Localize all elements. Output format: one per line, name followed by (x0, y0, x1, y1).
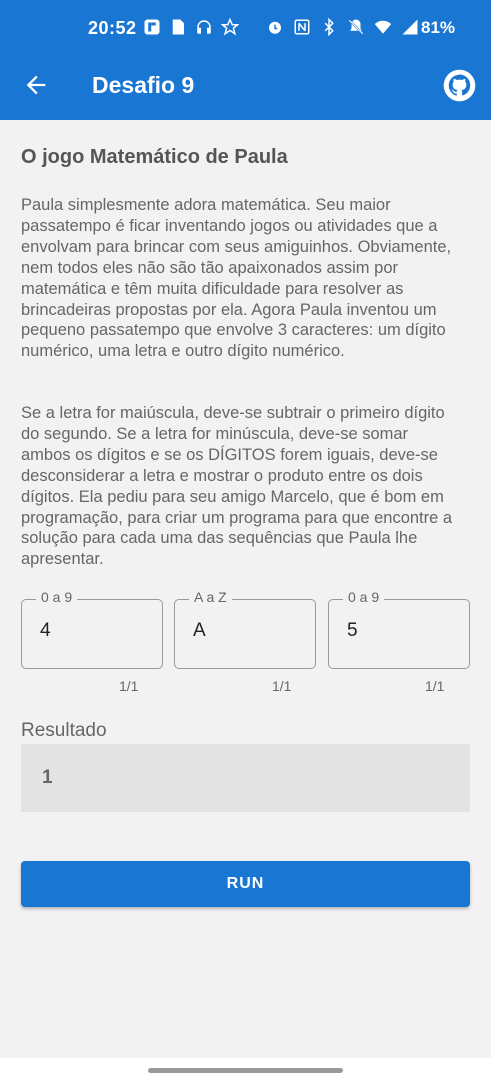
document-icon (169, 18, 187, 36)
alarm-icon (266, 18, 284, 36)
signal-icon (401, 18, 419, 36)
letter-counter: 1/1 (272, 678, 292, 694)
page-title: Desafio 9 (92, 72, 195, 98)
letter-input[interactable] (193, 620, 303, 642)
second-digit-input[interactable] (347, 620, 457, 642)
system-icons (266, 18, 419, 36)
bluetooth-icon (320, 18, 338, 36)
second-digit-counter: 1/1 (425, 678, 445, 694)
flipboard-icon (143, 18, 161, 36)
mute-icon (347, 18, 365, 36)
star-icon (221, 18, 239, 36)
app-bar: Desafio 9 (0, 58, 491, 120)
headset-icon (195, 18, 213, 36)
github-icon (443, 69, 476, 106)
notification-icons (143, 18, 239, 36)
battery-level: 81% (421, 18, 456, 37)
arrow-back-icon (22, 75, 50, 103)
status-time: 20:52 (88, 18, 137, 38)
letter-field[interactable]: A a Z (174, 589, 316, 669)
status-bar: 20:52 81% (0, 0, 491, 58)
second-digit-label: 0 a 9 (343, 589, 385, 605)
first-digit-label: 0 a 9 (36, 589, 78, 605)
first-digit-input[interactable] (40, 620, 150, 642)
nfc-icon (293, 18, 311, 36)
challenge-description: Paula simplesmente adora matemática. Seu… (21, 196, 452, 361)
second-digit-field[interactable]: 0 a 9 (328, 589, 470, 669)
navigation-bar (0, 1058, 491, 1081)
result-box: 1 (21, 744, 470, 812)
wifi-icon (374, 18, 392, 36)
run-button[interactable]: RUN (21, 861, 470, 907)
challenge-rules: Se a letra for maiúscula, deve-se subtra… (21, 404, 453, 569)
letter-label: A a Z (189, 589, 232, 605)
result-label: Resultado (21, 720, 107, 741)
first-digit-counter: 1/1 (119, 678, 139, 694)
back-button[interactable] (22, 71, 50, 99)
result-value: 1 (42, 767, 53, 788)
first-digit-field[interactable]: 0 a 9 (21, 589, 163, 669)
github-button[interactable] (443, 69, 476, 102)
challenge-title: O jogo Matemático de Paula (21, 146, 288, 168)
home-gesture-handle[interactable] (148, 1068, 343, 1073)
